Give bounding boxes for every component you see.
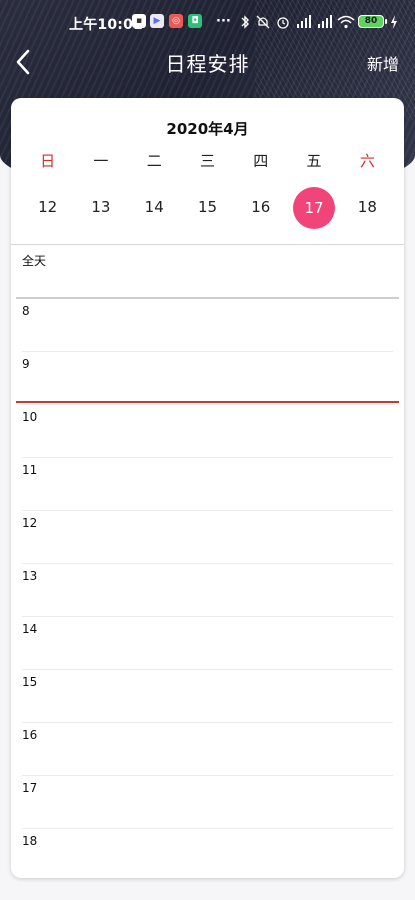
- hour-label: 9: [22, 357, 30, 371]
- weekday-mon: 一: [93, 152, 109, 170]
- hour-label: 10: [22, 410, 38, 424]
- date-label: 12: [38, 198, 58, 216]
- add-event-button[interactable]: 新增: [367, 51, 399, 75]
- hour-slot[interactable]: 18: [11, 829, 404, 878]
- hour-slot[interactable]: 13: [11, 564, 404, 617]
- weekday-sat: 六: [359, 152, 375, 170]
- all-day-section[interactable]: 全天: [11, 244, 404, 298]
- hour-slot[interactable]: 15: [11, 670, 404, 723]
- weekday-sun: 日: [40, 152, 56, 170]
- week-dates: 12 13 14 15 16 17 18: [21, 187, 394, 229]
- wifi-icon: [337, 15, 355, 29]
- weekday-header: 日 一 二 三 四 五 六: [21, 150, 394, 171]
- date-cell[interactable]: 13: [74, 187, 127, 227]
- hour-label: 16: [22, 728, 38, 742]
- date-cell-selected[interactable]: 17: [287, 187, 340, 229]
- hour-slot[interactable]: 12: [11, 511, 404, 564]
- signal-hd-icon-2: [318, 15, 332, 28]
- date-cell[interactable]: 15: [181, 187, 234, 227]
- hour-label: 13: [22, 569, 38, 583]
- message-icon: ▪: [132, 14, 146, 28]
- bluetooth-icon: [241, 15, 249, 29]
- hour-label: 12: [22, 516, 38, 530]
- page-title: 日程安排: [165, 52, 250, 76]
- current-time-indicator: [16, 401, 399, 403]
- play-store-icon: ▶: [150, 14, 164, 28]
- weekday-fri: 五: [306, 152, 322, 170]
- date-label: 14: [144, 198, 164, 216]
- hour-label: 11: [22, 463, 38, 477]
- alarm-icon: [277, 17, 289, 29]
- schedule-screen: 上午10:01 ▪ ▶ ◎ ◘ ··· 80 日程安排 新增 2020年4月 日…: [0, 0, 415, 900]
- mute-bell-icon: [256, 15, 270, 29]
- schedule-card: 2020年4月 日 一 二 三 四 五 六 12 13 14 15 16 17 …: [11, 98, 404, 878]
- hour-slot[interactable]: 14: [11, 617, 404, 670]
- hour-slot[interactable]: 11: [11, 458, 404, 511]
- date-label: 15: [197, 198, 218, 216]
- navigation-bar: 日程安排 新增: [0, 44, 415, 80]
- weekday-wed: 三: [199, 152, 215, 170]
- hour-slot[interactable]: 16: [11, 723, 404, 776]
- date-label: 16: [251, 198, 271, 216]
- date-label: 13: [91, 198, 111, 216]
- weekday-tue: 二: [146, 152, 162, 170]
- date-cell[interactable]: 18: [341, 187, 394, 227]
- date-cell[interactable]: 12: [21, 187, 74, 227]
- hour-slot[interactable]: 8: [11, 299, 404, 352]
- date-label: 18: [357, 198, 377, 216]
- app-icon-red: ◎: [169, 14, 183, 28]
- hour-slot[interactable]: 17: [11, 776, 404, 829]
- hour-slot[interactable]: 10: [11, 405, 404, 458]
- app-icon-green: ◘: [188, 14, 202, 28]
- hour-label: 8: [22, 304, 30, 318]
- hour-slot[interactable]: 9: [11, 352, 404, 405]
- hourly-timeline: 8 9 10 11 12 13 14 15 16 17 18: [11, 299, 404, 878]
- all-day-label: 全天: [22, 254, 47, 268]
- more-notifications-icon: ···: [216, 14, 231, 29]
- hour-label: 18: [22, 834, 38, 848]
- date-cell[interactable]: 16: [234, 187, 287, 227]
- signal-hd-icon-1: [297, 15, 311, 28]
- battery-icon: 80: [358, 15, 387, 28]
- selected-date-label: 17: [293, 187, 336, 229]
- hour-label: 15: [22, 675, 38, 689]
- hour-label: 14: [22, 622, 38, 636]
- hour-label: 17: [22, 781, 38, 795]
- date-cell[interactable]: 14: [128, 187, 181, 227]
- status-bar: 上午10:01 ▪ ▶ ◎ ◘ ··· 80: [0, 0, 415, 44]
- weekday-thu: 四: [253, 152, 269, 170]
- month-title: 2020年4月: [166, 120, 249, 138]
- charging-icon: [391, 15, 397, 29]
